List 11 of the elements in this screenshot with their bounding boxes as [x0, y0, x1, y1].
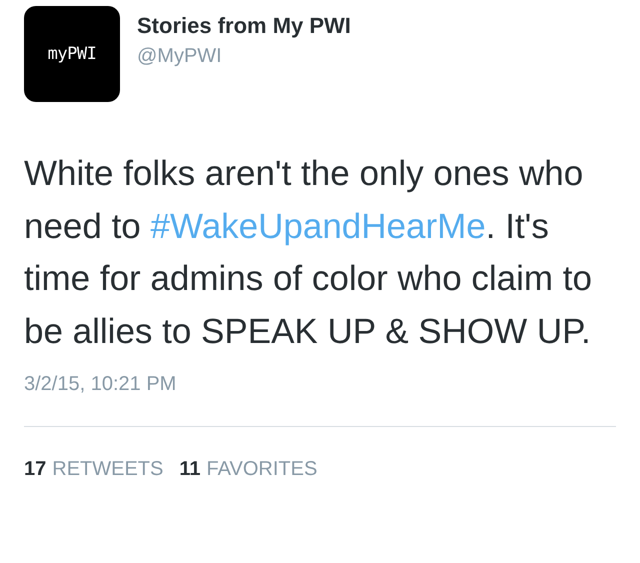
- stat-count: 17: [24, 458, 46, 481]
- avatar-logo-text: myPWI: [48, 44, 96, 64]
- stat-label[interactable]: RETWEETS: [52, 458, 164, 481]
- timestamp: 3/2/15, 10:21 PM: [24, 373, 178, 396]
- avatar[interactable]: myPWI: [24, 6, 120, 102]
- author-name[interactable]: Stories from My PWI: [137, 12, 351, 40]
- hashtag-link[interactable]: #WakeUpandHearMe: [150, 206, 486, 246]
- stat-count: 11: [179, 458, 201, 481]
- tweet-text: White folks aren't the only ones who need to #WakeUpandHearMe. It's time for admins of color who claim to be allies to SPEAK UP & SHOW UP.: [24, 153, 593, 352]
- author-handle[interactable]: @MyPWI: [137, 43, 351, 69]
- stat-label[interactable]: FAVORITES: [206, 458, 318, 481]
